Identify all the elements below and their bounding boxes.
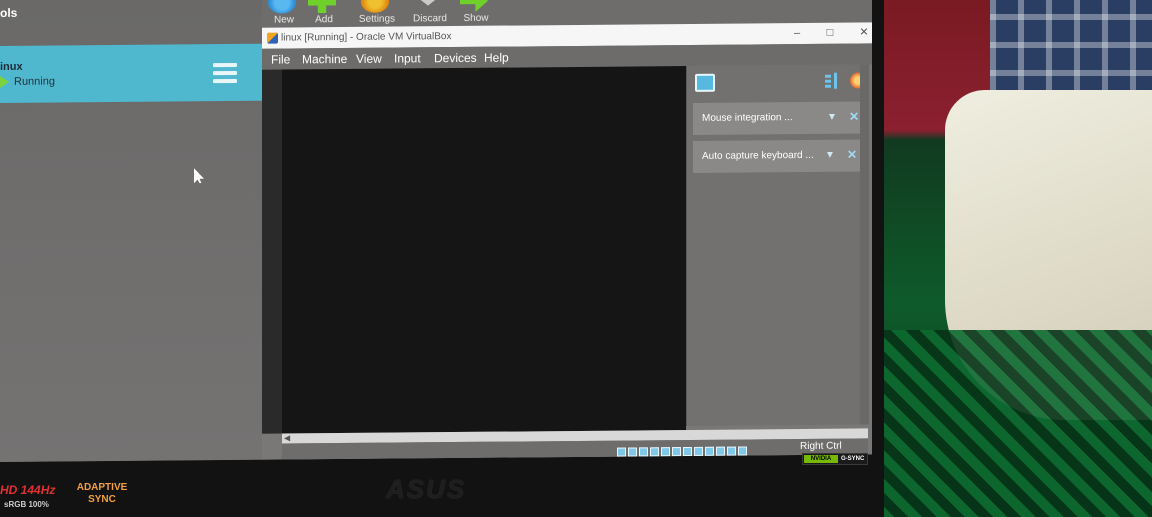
manager-vm-list: ols inux Running bbox=[0, 0, 262, 462]
srgb-badge: sRGB 100% bbox=[4, 500, 49, 509]
virtualbox-icon bbox=[267, 32, 278, 44]
close-icon[interactable]: ✕ bbox=[847, 148, 857, 162]
monitor-screen: ols inux Running New Add Settings Discar… bbox=[0, 0, 872, 463]
menu-devices[interactable]: Devices bbox=[434, 51, 477, 65]
asus-logo: ASUS bbox=[386, 474, 467, 504]
settings-icon bbox=[361, 0, 389, 13]
hd-refresh-badge: HD 144Hz bbox=[0, 483, 56, 497]
menu-file[interactable]: File bbox=[271, 52, 290, 66]
new-icon bbox=[268, 0, 296, 14]
vm-window: linux [Running] - Oracle VM VirtualBox –… bbox=[262, 22, 872, 460]
guest-border bbox=[262, 69, 282, 434]
vm-state: Running bbox=[14, 75, 55, 88]
host-key-icon bbox=[738, 446, 747, 456]
notification-center: Mouse integration ... ▼ ✕ Auto capture k… bbox=[686, 64, 869, 427]
nvidia-label: NVIDIA bbox=[804, 455, 838, 463]
mouse-integration-icon bbox=[716, 446, 725, 456]
close-icon[interactable]: ✕ bbox=[849, 110, 859, 124]
notification-text: Mouse integration ... bbox=[702, 112, 793, 124]
video-capture-icon bbox=[694, 446, 703, 456]
status-device-icons[interactable] bbox=[617, 442, 793, 457]
audio-icon bbox=[639, 447, 648, 457]
network-icon bbox=[650, 447, 659, 457]
discard-button[interactable]: Discard bbox=[408, 0, 452, 28]
optical-drive-icon bbox=[628, 447, 637, 457]
vm-name: inux bbox=[0, 60, 23, 73]
new-button[interactable]: New bbox=[262, 0, 306, 30]
vm-details-menu-icon[interactable] bbox=[213, 62, 237, 84]
show-icon bbox=[460, 0, 488, 12]
close-button[interactable]: ✕ bbox=[853, 25, 872, 39]
mouse-cursor-icon bbox=[194, 168, 204, 183]
shared-folders-icon bbox=[672, 447, 681, 457]
add-icon bbox=[308, 0, 336, 13]
keyboard-icon bbox=[727, 446, 736, 456]
display-icon bbox=[683, 446, 692, 457]
guest-display[interactable] bbox=[282, 66, 686, 434]
menu-help[interactable]: Help bbox=[484, 51, 509, 65]
vm-list-item-linux[interactable]: inux Running bbox=[0, 43, 262, 103]
scroll-left-icon[interactable]: ◀ bbox=[284, 433, 290, 442]
host-key-label: Right Ctrl bbox=[800, 440, 842, 453]
hard-disk-icon bbox=[617, 447, 626, 457]
menu-view[interactable]: View bbox=[356, 52, 382, 66]
notification-scrollbar[interactable] bbox=[860, 64, 869, 425]
menu-input[interactable]: Input bbox=[394, 51, 421, 65]
maximize-button[interactable]: □ bbox=[819, 26, 841, 40]
notification-item[interactable]: Auto capture keyboard ... ▼ ✕ bbox=[693, 139, 865, 173]
discard-icon bbox=[414, 0, 442, 12]
notification-text: Auto capture keyboard ... bbox=[702, 149, 814, 162]
virtualization-icon bbox=[705, 446, 714, 456]
usb-icon bbox=[661, 447, 670, 457]
background-green-cloth bbox=[880, 330, 1152, 517]
notification-center-icon[interactable] bbox=[695, 73, 715, 92]
minimize-button[interactable]: – bbox=[786, 26, 808, 40]
running-state-icon bbox=[0, 76, 9, 88]
menu-machine[interactable]: Machine bbox=[302, 52, 347, 66]
adaptive-sync-badge: ADAPTIVE SYNC bbox=[76, 482, 128, 505]
vm-window-title: linux [Running] - Oracle VM VirtualBox bbox=[281, 31, 452, 44]
pin-icon[interactable]: ▼ bbox=[825, 150, 835, 161]
tools-label[interactable]: ols bbox=[0, 6, 17, 20]
show-button[interactable]: Show bbox=[454, 0, 498, 28]
add-button[interactable]: Add bbox=[302, 0, 346, 29]
monitor-bezel: ols inux Running New Add Settings Discar… bbox=[0, 0, 884, 517]
notification-item[interactable]: Mouse integration ... ▼ ✕ bbox=[693, 101, 865, 135]
gsync-label: G-SYNC bbox=[841, 456, 865, 462]
pin-icon[interactable]: ▼ bbox=[827, 112, 837, 123]
nvidia-gsync-sticker: NVIDIA G-SYNC bbox=[802, 453, 868, 465]
settings-button[interactable]: Settings bbox=[355, 0, 399, 29]
sort-notifications-icon[interactable] bbox=[825, 72, 839, 91]
